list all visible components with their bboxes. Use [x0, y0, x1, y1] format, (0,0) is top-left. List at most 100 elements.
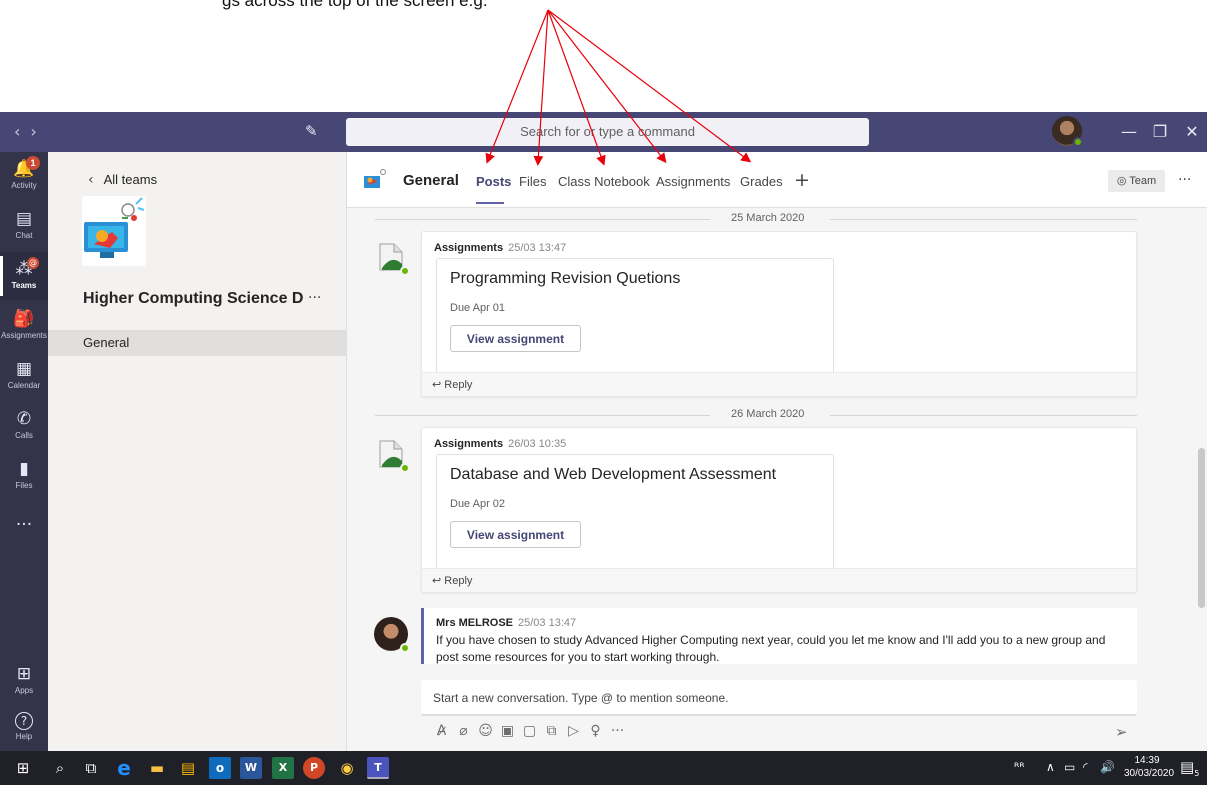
add-tab-icon[interactable]: + — [794, 169, 810, 191]
minimize-button[interactable]: — — [1115, 118, 1143, 146]
emoji-icon[interactable]: ☺ — [476, 723, 495, 739]
message-author: Mrs MELROSE — [436, 617, 514, 629]
close-button[interactable]: ✕ — [1178, 118, 1206, 146]
reply-link[interactable]: ↩ Reply — [432, 378, 472, 391]
search-icon[interactable]: ⌕ — [49, 757, 71, 779]
file-explorer-icon[interactable]: ▬ — [146, 757, 168, 779]
message-meta: Mrs MELROSE 25/03 13:47 — [436, 617, 576, 629]
teams-taskbar-icon[interactable]: T — [367, 757, 389, 779]
bell-icon: 🔔 — [13, 159, 35, 179]
post-time: 25/03 13:47 — [508, 242, 567, 254]
date-separator: 26 March 2020 — [375, 408, 1137, 422]
show-hidden-icons[interactable]: ∧ — [1046, 760, 1055, 774]
wifi-icon[interactable]: ◜ — [1083, 760, 1088, 774]
send-icon[interactable]: ➢ — [1115, 723, 1128, 741]
excel-icon[interactable]: X — [272, 757, 294, 779]
back-icon[interactable]: ‹ — [14, 122, 30, 141]
word-icon[interactable]: W — [240, 757, 262, 779]
attach-icon[interactable]: ⌀ — [454, 723, 473, 739]
forward-icon[interactable]: › — [30, 122, 46, 141]
new-chat-icon[interactable]: ✎ — [305, 122, 323, 140]
rail-label: Chat — [15, 231, 33, 240]
rail-label: Calls — [15, 431, 33, 440]
rail-apps[interactable]: ⊞ Apps — [0, 657, 48, 705]
team-name: Higher Computing Science D — [83, 290, 304, 307]
taskbar-clock[interactable]: 14:39 30/03/2020 — [1124, 754, 1174, 780]
assignment-title: Database and Web Development Assessment — [450, 466, 777, 483]
assignment-post: Assignments 25/03 13:47 Programming Revis… — [421, 231, 1137, 397]
tab-files[interactable]: Files — [519, 174, 546, 189]
team-logo — [82, 196, 146, 266]
windows-start-icon[interactable]: ⊞ — [12, 757, 34, 779]
rail-files[interactable]: ▮ Files — [0, 452, 48, 500]
format-icon[interactable]: A̷ — [432, 723, 451, 739]
notification-count: 5 — [1194, 769, 1200, 778]
rail-teams[interactable]: ⁂ @ Teams — [0, 252, 48, 300]
assignment-card: Programming Revision Quetions Due Apr 01… — [436, 258, 834, 374]
all-teams-link[interactable]: ‹ All teams — [88, 172, 157, 188]
active-tab-indicator — [476, 202, 504, 204]
channel-name: General — [403, 172, 459, 189]
volume-icon[interactable]: 🔊 — [1100, 760, 1115, 774]
channel-icon — [363, 168, 387, 192]
outlook-icon[interactable]: o — [209, 757, 231, 779]
more-options-icon[interactable]: ··· — [608, 723, 627, 739]
assignment-card: Database and Web Development Assessment … — [436, 454, 834, 570]
rail-calls[interactable]: ✆ Calls — [0, 402, 48, 450]
team-button[interactable]: ◎ Team — [1108, 170, 1165, 192]
tab-posts[interactable]: Posts — [476, 174, 511, 189]
store-icon[interactable]: ▤ — [177, 757, 199, 779]
stream-icon[interactable]: ▷ — [564, 723, 583, 739]
team-more-options-icon[interactable]: ··· — [308, 290, 321, 306]
backpack-icon: 🎒 — [13, 309, 35, 329]
annotation-area: gs across the top of the screen e.g. — [0, 0, 1207, 112]
compose-placeholder: Start a new conversation. Type @ to ment… — [433, 691, 729, 705]
tab-assignments[interactable]: Assignments — [656, 174, 730, 189]
message-time: 25/03 13:47 — [518, 617, 577, 629]
channel-more-options-icon[interactable]: ··· — [1178, 172, 1191, 188]
gif-icon[interactable]: ▣ — [498, 723, 517, 739]
feed-scrollbar[interactable] — [1198, 448, 1205, 608]
reply-bar[interactable]: ↩ Reply — [422, 568, 1136, 592]
edge-icon[interactable]: e — [113, 757, 135, 779]
channel-general[interactable]: General — [48, 330, 346, 356]
compose-box[interactable]: Start a new conversation. Type @ to ment… — [421, 680, 1137, 716]
view-assignment-button[interactable]: View assignment — [450, 325, 581, 352]
post-meta: Assignments 26/03 10:35 — [434, 438, 566, 450]
rail-chat[interactable]: ▤ Chat — [0, 202, 48, 250]
post-meta: Assignments 25/03 13:47 — [434, 242, 566, 254]
meet-now-icon[interactable]: ⧉ — [542, 723, 561, 739]
post-author: Assignments — [434, 242, 504, 254]
rail-help[interactable]: ? Help — [0, 705, 48, 753]
battery-icon[interactable]: ▭ — [1064, 760, 1075, 774]
post-author: Assignments — [434, 438, 504, 450]
date-label: 25 March 2020 — [731, 212, 805, 224]
date-separator: 25 March 2020 — [375, 212, 1137, 226]
annotation-text: gs across the top of the screen e.g. — [222, 0, 488, 10]
powerpoint-icon[interactable]: P — [303, 757, 325, 779]
task-view-icon[interactable]: ⧉ — [80, 757, 102, 779]
sticker-icon[interactable]: ▢ — [520, 723, 539, 739]
chrome-icon[interactable]: ◉ — [336, 757, 358, 779]
tab-grades[interactable]: Grades — [740, 174, 783, 189]
mention-badge: @ — [27, 257, 39, 269]
calendar-icon: ▦ — [15, 359, 33, 379]
chat-icon: ▤ — [15, 209, 33, 229]
compose-toolbar: A̷ ⌀ ☺ ▣ ▢ ⧉ ▷ ♀ ··· — [432, 723, 630, 743]
tab-class-notebook[interactable]: Class Notebook — [558, 174, 650, 189]
post-time: 26/03 10:35 — [508, 438, 567, 450]
view-assignment-button[interactable]: View assignment — [450, 521, 581, 548]
praise-icon[interactable]: ♀ — [586, 723, 605, 739]
reply-bar[interactable]: ↩ Reply — [422, 372, 1136, 396]
reply-link[interactable]: ↩ Reply — [432, 574, 472, 587]
apps-icon: ⊞ — [16, 664, 32, 684]
people-icon[interactable]: ᴿᴿ — [1014, 760, 1025, 774]
rail-activity[interactable]: 🔔 1 Activity — [0, 152, 48, 200]
search-input[interactable]: Search for or type a command — [346, 118, 869, 146]
assignment-due: Due Apr 01 — [450, 302, 506, 314]
rail-more-apps[interactable]: ··· — [0, 508, 48, 556]
rail-assignments[interactable]: 🎒 Assignments — [0, 302, 48, 350]
rail-calendar[interactable]: ▦ Calendar — [0, 352, 48, 400]
notification-center-icon[interactable]: ▤5 — [1180, 758, 1199, 778]
restore-button[interactable]: ❐ — [1146, 118, 1174, 146]
